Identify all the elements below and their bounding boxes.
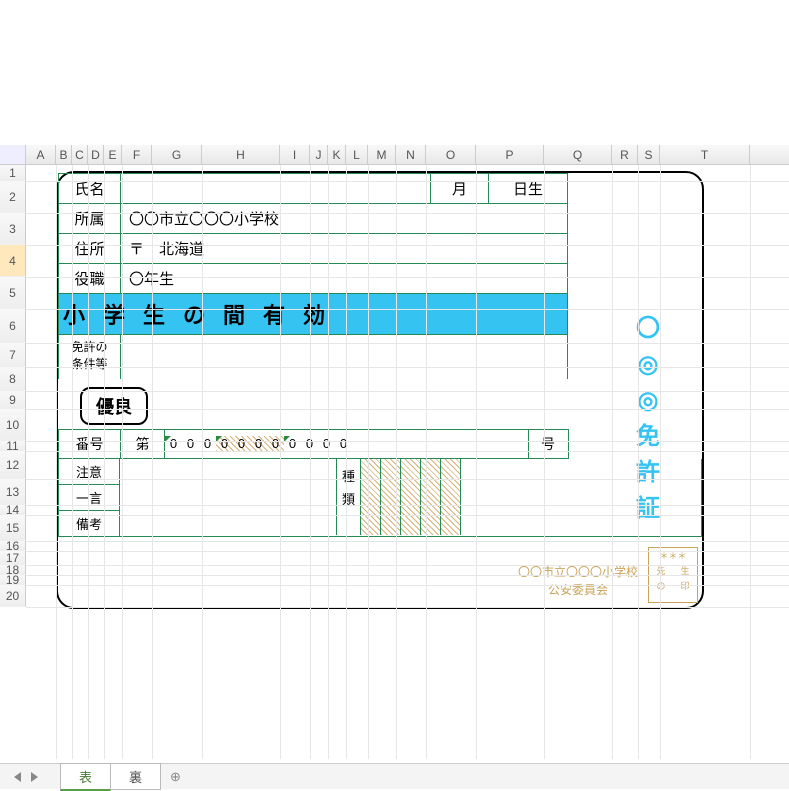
tab-add[interactable]: ⊕ (160, 766, 191, 788)
row-header[interactable]: 6 (0, 309, 26, 343)
label-dai: 第 (121, 429, 165, 458)
column-header[interactable]: F (122, 145, 152, 164)
label-gou: 号 (528, 429, 568, 458)
label-position: 役職 (59, 264, 121, 294)
label-conditions: 免許の条件等 (59, 335, 121, 379)
label-affiliation: 所属 (59, 204, 121, 234)
row-headers: 1234567891011121314151617181920 (0, 165, 26, 607)
column-header[interactable]: A (26, 145, 56, 164)
label-month: 月 (431, 174, 489, 204)
label-attention: 注意 (58, 459, 120, 485)
license-card: 氏名 月 日生 所属 〇〇市立〇〇〇小学校 住所 〒 北海道 役 (56, 171, 704, 609)
committee-text: 〇〇市立〇〇〇小学校 公安委員会 (518, 563, 638, 599)
tab-back[interactable]: 裏 (110, 763, 161, 790)
field-position[interactable]: 〇年生 (121, 264, 568, 294)
row-header[interactable]: 12 (0, 451, 26, 479)
type-col (361, 459, 381, 535)
column-header[interactable]: R (612, 145, 638, 164)
type-col (381, 459, 401, 535)
row-header[interactable]: 19 (0, 575, 26, 585)
field-affiliation[interactable]: 〇〇市立〇〇〇小学校 (121, 204, 568, 234)
column-header[interactable]: E (104, 145, 122, 164)
column-header[interactable]: K (328, 145, 346, 164)
row-header[interactable]: 4 (0, 245, 26, 277)
type-col (401, 459, 421, 535)
field-name[interactable] (121, 174, 431, 204)
valid-banner: 小学生の間有効 (59, 294, 568, 335)
row-header[interactable]: 11 (0, 441, 26, 451)
column-header[interactable]: P (476, 145, 544, 164)
excellent-badge: 優良 (80, 387, 148, 425)
types-grid: 種類 (336, 459, 461, 535)
row-header[interactable]: 8 (0, 367, 26, 391)
row-header[interactable]: 14 (0, 505, 26, 515)
label-address: 住所 (59, 234, 121, 264)
cell-grid[interactable]: 氏名 月 日生 所属 〇〇市立〇〇〇小学校 住所 〒 北海道 役 (26, 165, 789, 759)
row-header[interactable]: 2 (0, 181, 26, 213)
column-header[interactable]: L (346, 145, 368, 164)
remarks-area[interactable]: 種類 (120, 459, 702, 537)
field-conditions[interactable] (121, 335, 568, 379)
column-header[interactable]: O (426, 145, 476, 164)
license-table: 氏名 月 日生 所属 〇〇市立〇〇〇小学校 住所 〒 北海道 役 (58, 173, 702, 379)
row-header[interactable]: 10 (0, 409, 26, 441)
sheet-tab-bar: 表 裏 ⊕ (0, 763, 789, 789)
number-row: 番号 第 00000000000 号 (58, 429, 702, 459)
row-header[interactable]: 20 (0, 585, 26, 607)
column-header[interactable]: C (72, 145, 88, 164)
row-header[interactable]: 7 (0, 343, 26, 367)
column-header[interactable]: M (368, 145, 396, 164)
label-name: 氏名 (59, 174, 121, 204)
column-header[interactable]: S (638, 145, 660, 164)
column-header[interactable]: B (56, 145, 72, 164)
row-header[interactable]: 3 (0, 213, 26, 245)
select-all-corner[interactable] (0, 145, 26, 164)
tab-nav-arrows[interactable] (14, 772, 38, 782)
column-headers: ABCDEFGHIJKLMNOPQRST (0, 145, 789, 165)
column-header[interactable]: T (660, 145, 750, 164)
type-col (421, 459, 441, 535)
row-header[interactable]: 15 (0, 515, 26, 541)
column-header[interactable]: G (152, 145, 202, 164)
bottom-area: 注意 一言 備考 種類 (58, 459, 702, 537)
tab-front[interactable]: 表 (60, 763, 111, 791)
column-header[interactable]: Q (544, 145, 612, 164)
label-number: 番号 (59, 429, 121, 458)
row-header[interactable]: 13 (0, 479, 26, 505)
spreadsheet-area: ABCDEFGHIJKLMNOPQRST 1234567891011121314… (0, 145, 789, 789)
column-header[interactable]: N (396, 145, 426, 164)
row-header[interactable]: 5 (0, 277, 26, 309)
column-header[interactable]: D (88, 145, 104, 164)
label-born: 日生 (489, 174, 568, 204)
column-header[interactable]: I (280, 145, 310, 164)
label-oneword: 一言 (58, 485, 120, 511)
field-address[interactable]: 〒 北海道 (121, 234, 568, 264)
column-header[interactable]: H (202, 145, 280, 164)
row-header[interactable]: 9 (0, 391, 26, 409)
row-header[interactable]: 1 (0, 165, 26, 181)
label-type: 種類 (337, 459, 361, 535)
type-col (441, 459, 461, 535)
bottom-labels: 注意 一言 備考 (58, 459, 120, 537)
row-header[interactable]: 16 (0, 541, 26, 551)
column-header[interactable]: J (310, 145, 328, 164)
